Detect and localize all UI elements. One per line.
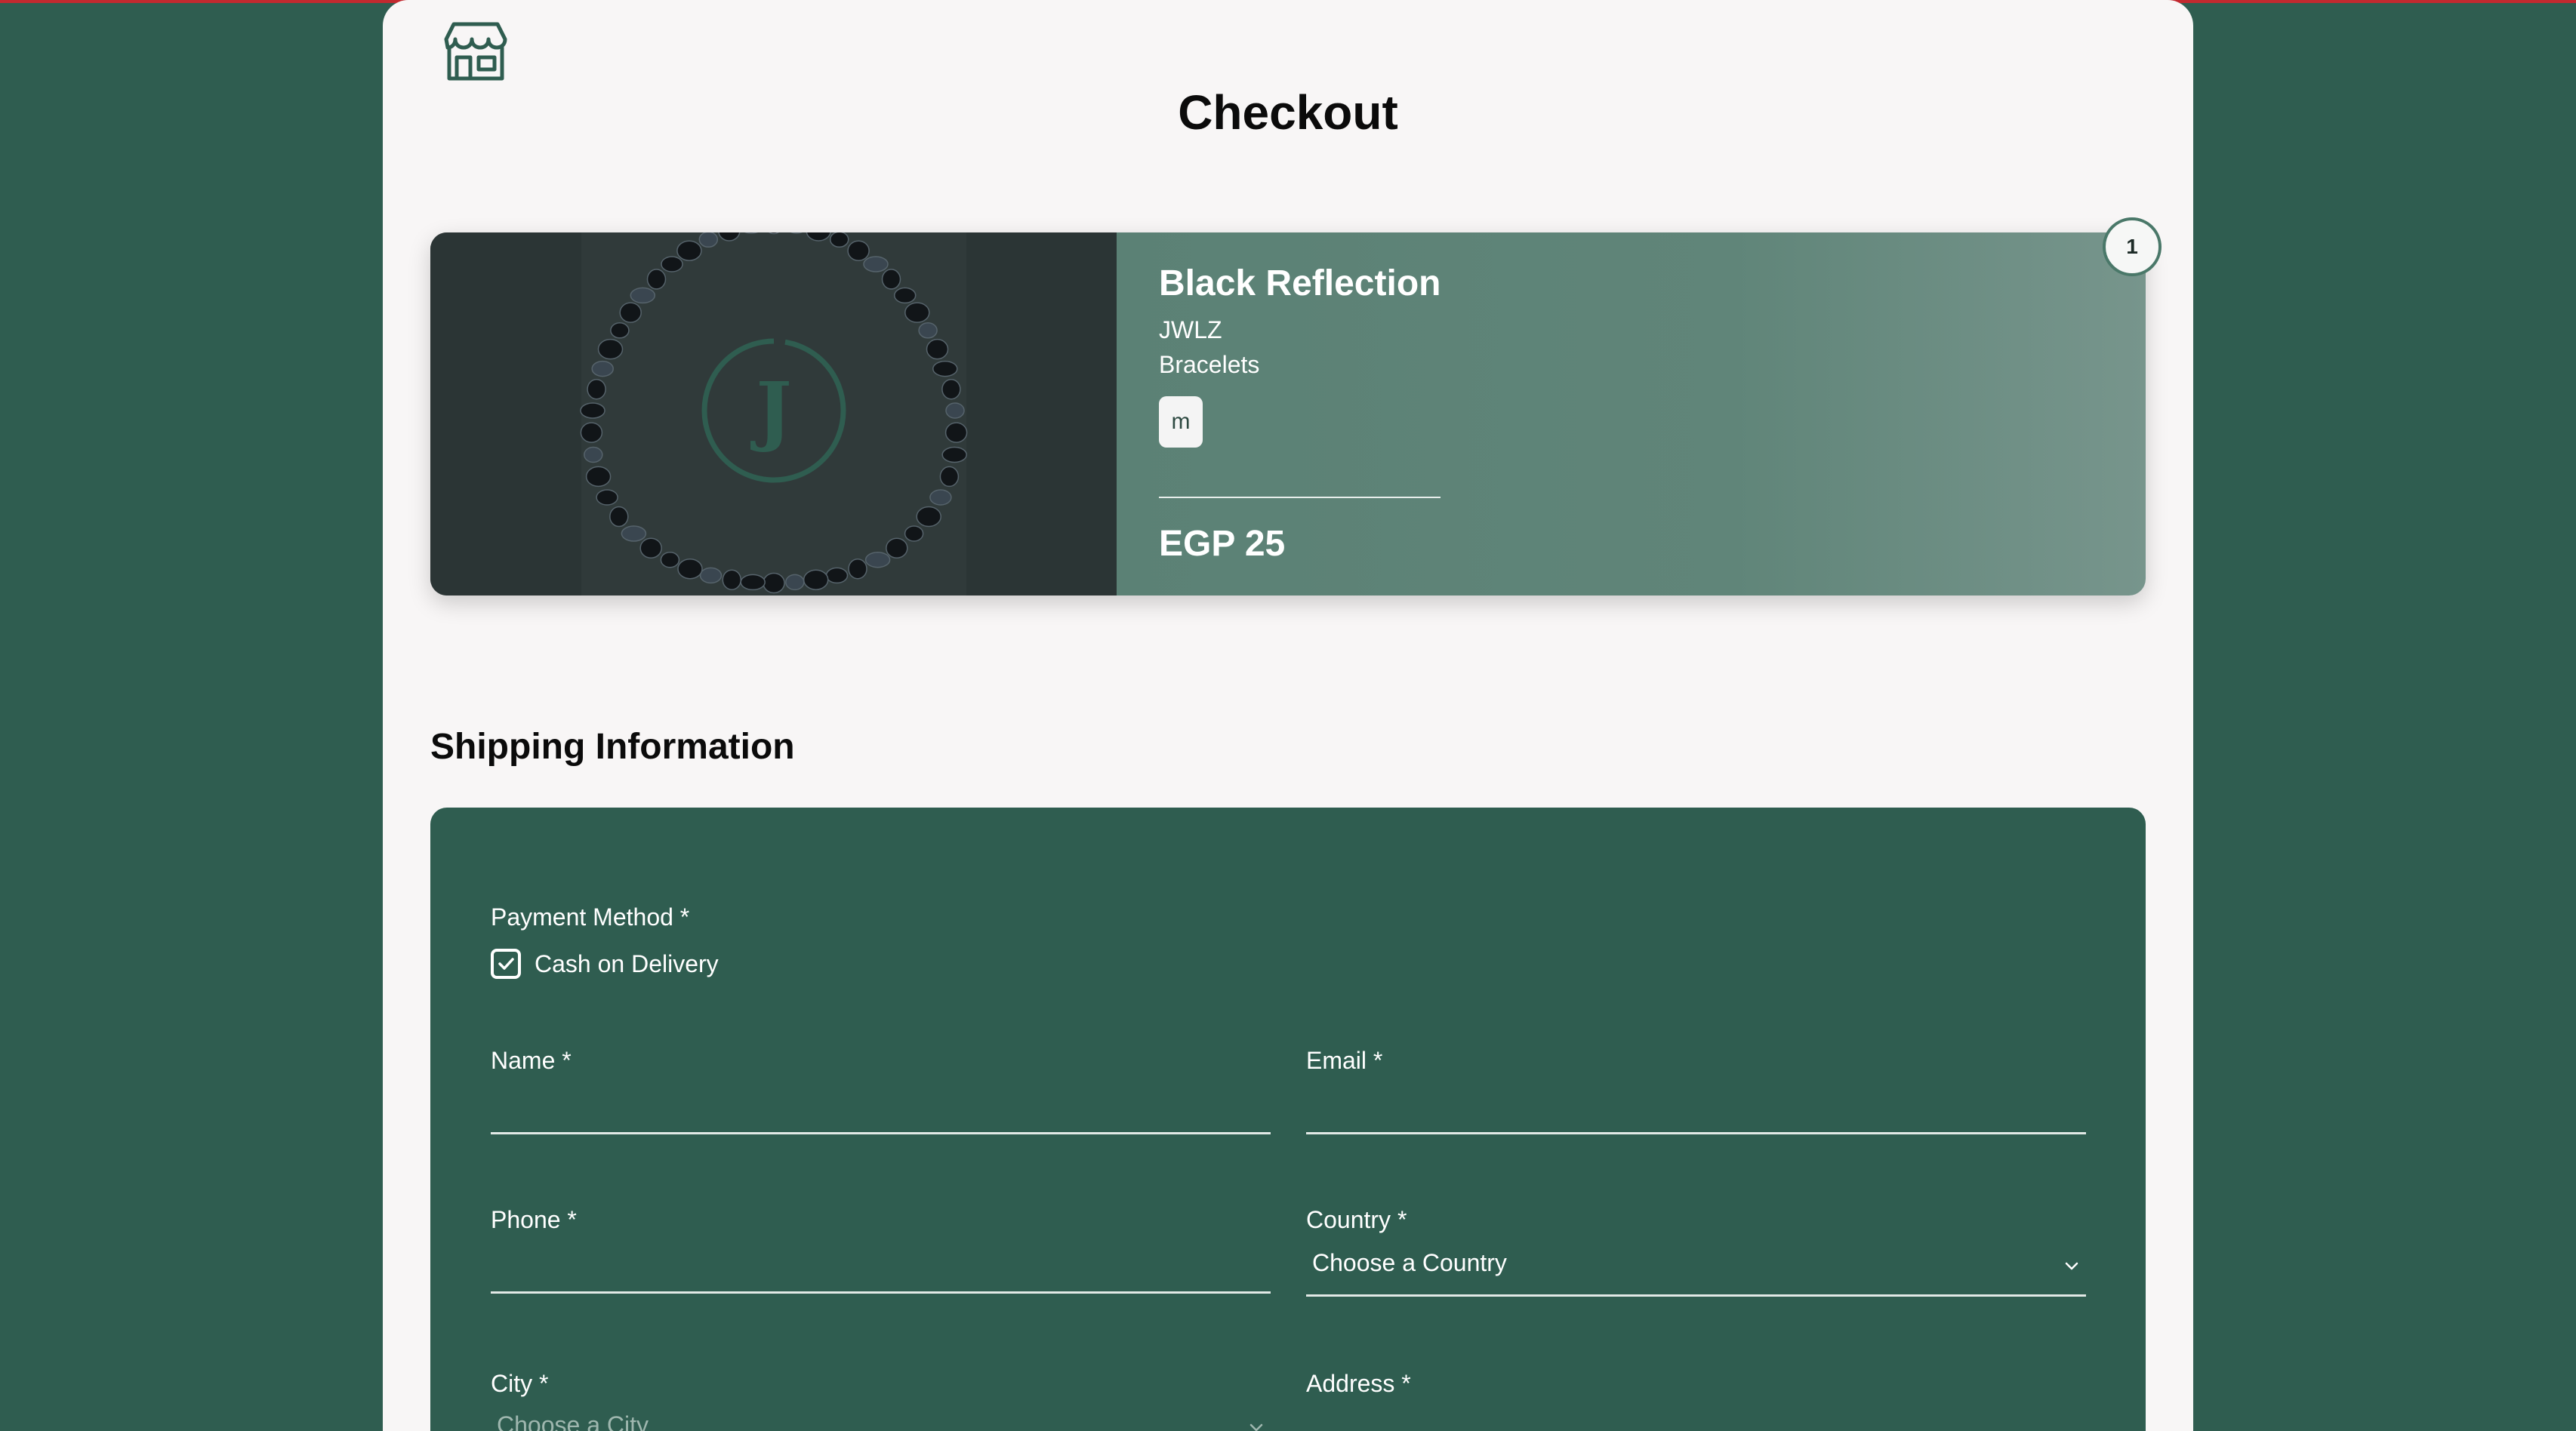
bead xyxy=(580,422,603,443)
check-icon xyxy=(498,958,514,970)
phone-label: Phone * xyxy=(491,1206,577,1233)
address-label: Address * xyxy=(1306,1370,1411,1397)
bead xyxy=(621,525,647,542)
payment-method-label: Payment Method * xyxy=(491,903,690,931)
city-select[interactable]: Choose a City xyxy=(497,1411,649,1431)
bead xyxy=(676,240,702,261)
quantity-badge: 1 xyxy=(2103,217,2162,276)
country-select[interactable]: Choose a Country xyxy=(1312,1249,1507,1277)
bead xyxy=(918,322,938,339)
bead xyxy=(945,402,965,419)
bead xyxy=(829,232,849,248)
product-name: Black Reflection xyxy=(1159,263,1441,303)
bead xyxy=(904,302,930,323)
bead xyxy=(630,287,656,304)
bead xyxy=(825,567,849,584)
bead xyxy=(926,338,949,360)
bead xyxy=(893,287,917,304)
logo-letter: J xyxy=(750,365,791,454)
bead xyxy=(584,446,603,463)
payment-option-label: Cash on Delivery xyxy=(535,949,719,977)
checkout-card: Checkout J Black Reflection JWLZ Bracele… xyxy=(383,0,2193,1431)
bead xyxy=(863,256,889,272)
email-label: Email * xyxy=(1306,1047,1383,1074)
bead xyxy=(646,269,667,290)
bead xyxy=(941,378,961,400)
bead xyxy=(698,232,719,248)
bead xyxy=(610,322,630,339)
bead xyxy=(677,558,703,580)
bead xyxy=(580,402,605,419)
bead xyxy=(585,466,612,488)
bead xyxy=(881,269,901,290)
price-divider xyxy=(1159,497,1441,498)
name-label: Name * xyxy=(491,1047,572,1074)
phone-field[interactable] xyxy=(491,1291,1271,1294)
bead xyxy=(847,240,870,261)
bead xyxy=(929,489,952,506)
bead xyxy=(848,558,867,580)
bead xyxy=(596,489,618,506)
country-field-line xyxy=(1306,1294,2086,1297)
bead xyxy=(944,422,968,443)
product-card: J Black Reflection JWLZ Bracelets m EGP … xyxy=(430,217,2162,595)
bead xyxy=(597,338,624,360)
shipping-form: Payment Method * Cash on Delivery Name *… xyxy=(430,808,2146,1431)
email-field[interactable] xyxy=(1306,1132,2086,1134)
product-category: Bracelets xyxy=(1159,351,1260,378)
bead xyxy=(803,569,829,590)
bead xyxy=(932,360,958,377)
bead xyxy=(785,574,805,591)
country-label: Country * xyxy=(1306,1206,1407,1233)
bead xyxy=(591,360,614,377)
bead xyxy=(699,567,723,584)
bead xyxy=(661,256,683,272)
bead xyxy=(609,506,629,528)
bead xyxy=(941,446,967,463)
bead xyxy=(916,506,941,528)
payment-checkbox[interactable] xyxy=(491,949,521,979)
bead xyxy=(740,574,766,591)
bead xyxy=(864,551,891,568)
bead xyxy=(939,466,960,488)
bead xyxy=(660,551,680,568)
bead xyxy=(619,302,642,323)
size-chip: m xyxy=(1159,396,1203,448)
store-icon[interactable] xyxy=(443,20,508,82)
product-info: Black Reflection JWLZ Bracelets m EGP 25 xyxy=(1117,232,2146,595)
name-field[interactable] xyxy=(491,1132,1271,1134)
bead xyxy=(904,525,924,542)
cash-on-delivery-option[interactable]: Cash on Delivery xyxy=(491,949,719,979)
bead xyxy=(587,378,606,400)
shipping-section-title: Shipping Information xyxy=(430,727,795,767)
bead xyxy=(886,537,908,559)
city-label: City * xyxy=(491,1370,549,1397)
product-price: EGP 25 xyxy=(1159,524,1286,564)
bead xyxy=(722,569,742,590)
bead xyxy=(763,572,785,594)
chevron-down-icon[interactable] xyxy=(2063,1257,2080,1274)
page-title: Checkout xyxy=(1178,85,1398,140)
bead xyxy=(639,537,662,559)
chevron-down-icon[interactable] xyxy=(1248,1419,1265,1431)
product-brand: JWLZ xyxy=(1159,316,1222,343)
product-image: J xyxy=(430,232,1117,595)
